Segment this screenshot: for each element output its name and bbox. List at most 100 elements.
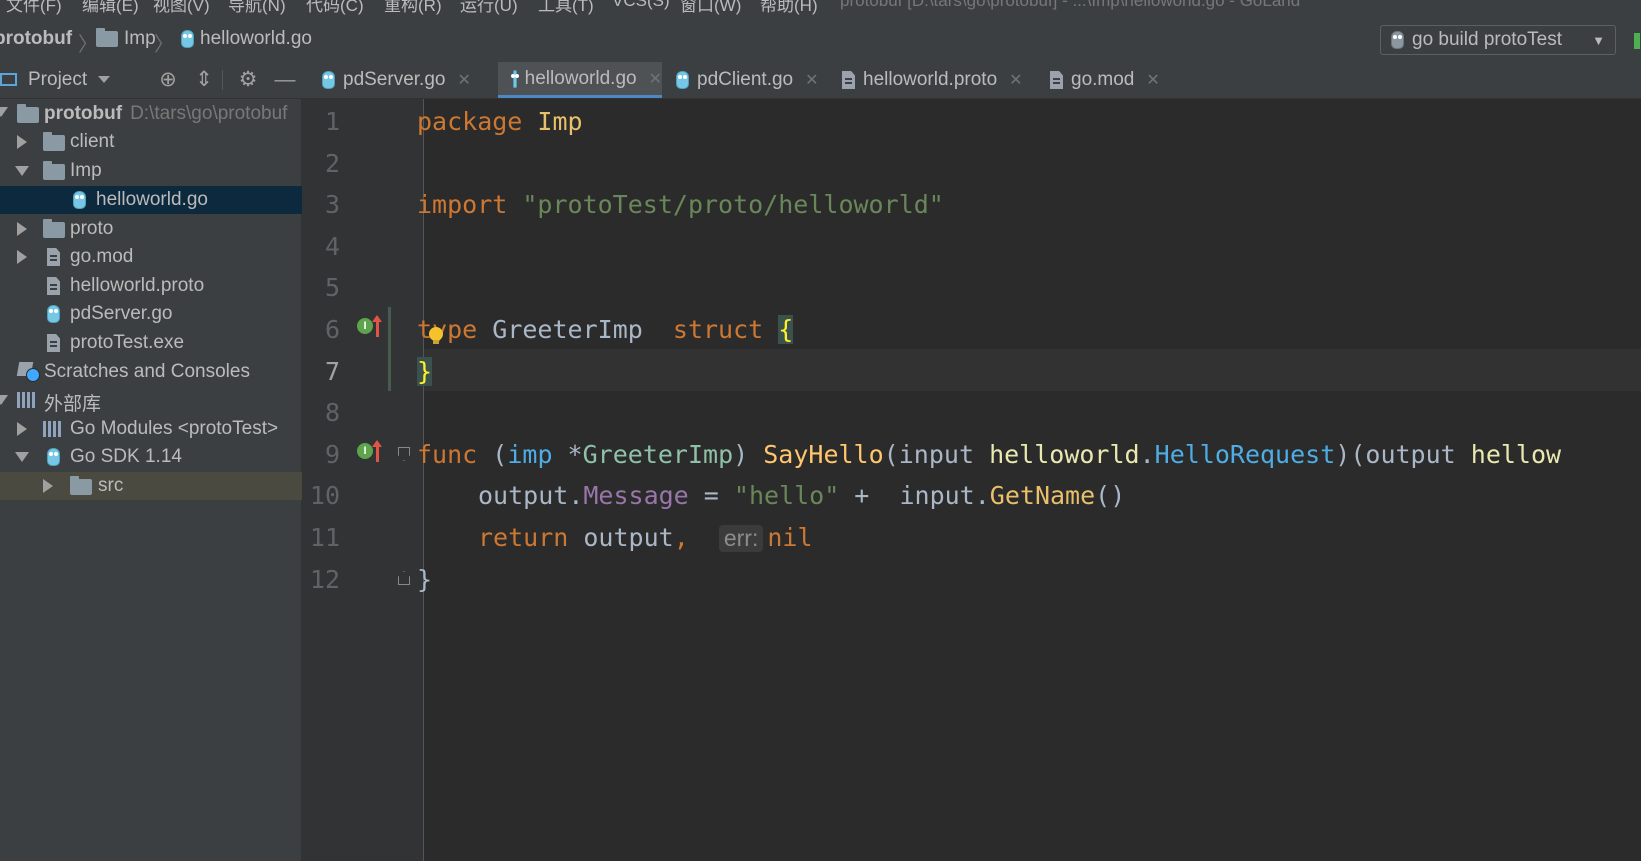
breadcrumb-separator: 〉: [78, 34, 98, 56]
pointer-star: *: [552, 440, 583, 469]
tree-item-helloworld-proto[interactable]: helloworld.proto: [0, 272, 302, 300]
expand-arrow-icon[interactable]: [15, 166, 29, 176]
tree-item-label: helloworld.proto: [70, 275, 205, 296]
menu-code[interactable]: 代码(C): [306, 0, 364, 16]
dot: .: [568, 481, 584, 510]
menu-window[interactable]: 窗口(W): [680, 0, 741, 16]
keyword: return: [478, 523, 569, 552]
folder-icon: [43, 161, 65, 180]
expand-arrow-icon[interactable]: [17, 135, 27, 149]
close-icon[interactable]: ✕: [805, 70, 818, 90]
close-icon[interactable]: ✕: [457, 70, 470, 90]
breadcrumb-file[interactable]: helloworld.go: [181, 28, 312, 50]
exe-file-icon: [47, 334, 60, 352]
menu-help[interactable]: 帮助(H): [760, 0, 818, 16]
folder-icon: [70, 476, 92, 495]
close-icon[interactable]: ✕: [1146, 70, 1159, 90]
breadcrumb-separator: 〉: [154, 34, 174, 56]
folder-icon: [43, 132, 65, 151]
expand-arrow-icon[interactable]: [17, 250, 27, 264]
tree-item-label: helloworld.go: [96, 189, 208, 210]
run-configuration-selector[interactable]: go build protoTest ▼: [1380, 25, 1616, 55]
tree-item-client[interactable]: client: [0, 128, 302, 156]
menu-edit[interactable]: 编辑(E): [82, 0, 139, 16]
change-marker[interactable]: [388, 307, 391, 391]
tree-item-helloworld-go[interactable]: helloworld.go: [0, 186, 302, 214]
collapse-all-icon[interactable]: ⇕: [192, 68, 216, 92]
tree-item-proto[interactable]: proto: [0, 215, 302, 243]
tree-item-imp[interactable]: Imp: [0, 157, 302, 185]
tree-item-pdserver-go[interactable]: pdServer.go: [0, 300, 302, 328]
go-file-icon: [676, 71, 689, 89]
go-file-icon: [181, 30, 194, 48]
tab-pdclient-go[interactable]: pdClient.go ✕: [676, 62, 836, 98]
paren: ): [1335, 440, 1351, 469]
menu-navigate[interactable]: 导航(N): [228, 0, 286, 16]
tree-item-external-libraries[interactable]: 外部库: [0, 386, 302, 415]
expand-arrow-icon[interactable]: [0, 395, 8, 405]
fold-end-icon[interactable]: [398, 571, 410, 585]
project-view-selector[interactable]: Project: [28, 69, 87, 91]
gear-icon[interactable]: ⚙: [236, 68, 260, 92]
code-line-6: type GreeterImp struct {: [417, 315, 794, 344]
type-name: GreeterImp: [492, 315, 643, 344]
expand-arrow-icon[interactable]: [0, 107, 8, 117]
tree-item-label: Imp: [70, 160, 102, 181]
tab-go-mod[interactable]: go.mod ✕: [1050, 62, 1180, 98]
locate-icon[interactable]: ⊕: [156, 68, 180, 92]
tree-item-go-mod[interactable]: go.mod: [0, 243, 302, 271]
tree-item-prototest-exe[interactable]: protoTest.exe: [0, 329, 302, 357]
run-icon[interactable]: [1634, 33, 1640, 49]
tree-item-label: protobuf: [44, 103, 123, 124]
tree-item-label: go.mod: [70, 246, 134, 267]
paren: (: [883, 440, 899, 469]
implements-arrow-icon[interactable]: [372, 440, 382, 462]
hide-panel-icon[interactable]: —: [273, 68, 297, 92]
menu-view[interactable]: 视图(V): [153, 0, 210, 16]
close-icon[interactable]: ✕: [649, 69, 662, 89]
close-icon[interactable]: ✕: [1009, 70, 1022, 90]
fold-start-icon[interactable]: [398, 447, 410, 461]
tab-helloworld-go[interactable]: helloworld.go ✕: [498, 62, 662, 98]
tab-helloworld-proto[interactable]: helloworld.proto ✕: [842, 62, 1042, 98]
menu-vcs[interactable]: VCS(S): [612, 0, 670, 11]
dot: .: [1139, 440, 1155, 469]
tree-item-src[interactable]: src: [0, 472, 302, 500]
chevron-down-icon[interactable]: [98, 76, 110, 83]
code-line-7: }: [417, 357, 433, 386]
lightbulb-icon[interactable]: [429, 327, 443, 344]
breadcrumb-folder[interactable]: Imp: [96, 28, 156, 50]
expand-arrow-icon[interactable]: [43, 479, 53, 493]
menu-tools[interactable]: 工具(T): [538, 0, 594, 16]
tree-item-go-modules[interactable]: Go Modules <protoTest>: [0, 415, 302, 443]
tab-pdserver-go[interactable]: pdServer.go ✕: [322, 62, 498, 98]
close-brace: }: [417, 357, 433, 386]
keyword: package: [417, 107, 523, 136]
keyword: type: [417, 315, 478, 344]
paren: (): [1095, 481, 1126, 510]
menu-run[interactable]: 运行(U): [460, 0, 518, 16]
expand-arrow-icon[interactable]: [17, 422, 27, 436]
tree-item-scratches[interactable]: Scratches and Consoles: [0, 358, 302, 386]
identifier: input: [899, 481, 975, 510]
tree-item-go-sdk[interactable]: Go SDK 1.14: [0, 443, 302, 471]
implements-arrow-icon[interactable]: [372, 315, 382, 337]
breadcrumb-project[interactable]: protobuf: [0, 28, 72, 50]
menu-refactor[interactable]: 重构(R): [384, 0, 442, 16]
menu-file[interactable]: 文件(F): [6, 0, 62, 16]
breadcrumb-label: helloworld.go: [200, 28, 312, 49]
field-name: Message: [583, 481, 689, 510]
implements-icon[interactable]: I: [357, 318, 373, 334]
paren: (: [492, 440, 508, 469]
expand-arrow-icon[interactable]: [15, 452, 29, 462]
folder-icon: [43, 219, 65, 238]
dot: .: [974, 481, 990, 510]
code-editor[interactable]: 1 2 3 4 5 6 7 8 9 10 11 12 I I package I…: [302, 99, 1641, 861]
implements-icon[interactable]: I: [357, 443, 373, 459]
library-icon: [43, 421, 63, 437]
breadcrumb-label: protobuf: [0, 28, 73, 49]
file-icon: [1050, 71, 1063, 89]
method-call: GetName: [989, 481, 1096, 510]
expand-arrow-icon[interactable]: [17, 222, 27, 236]
tree-item-protobuf[interactable]: protobuf D:\tars\go\protobuf: [0, 100, 302, 128]
